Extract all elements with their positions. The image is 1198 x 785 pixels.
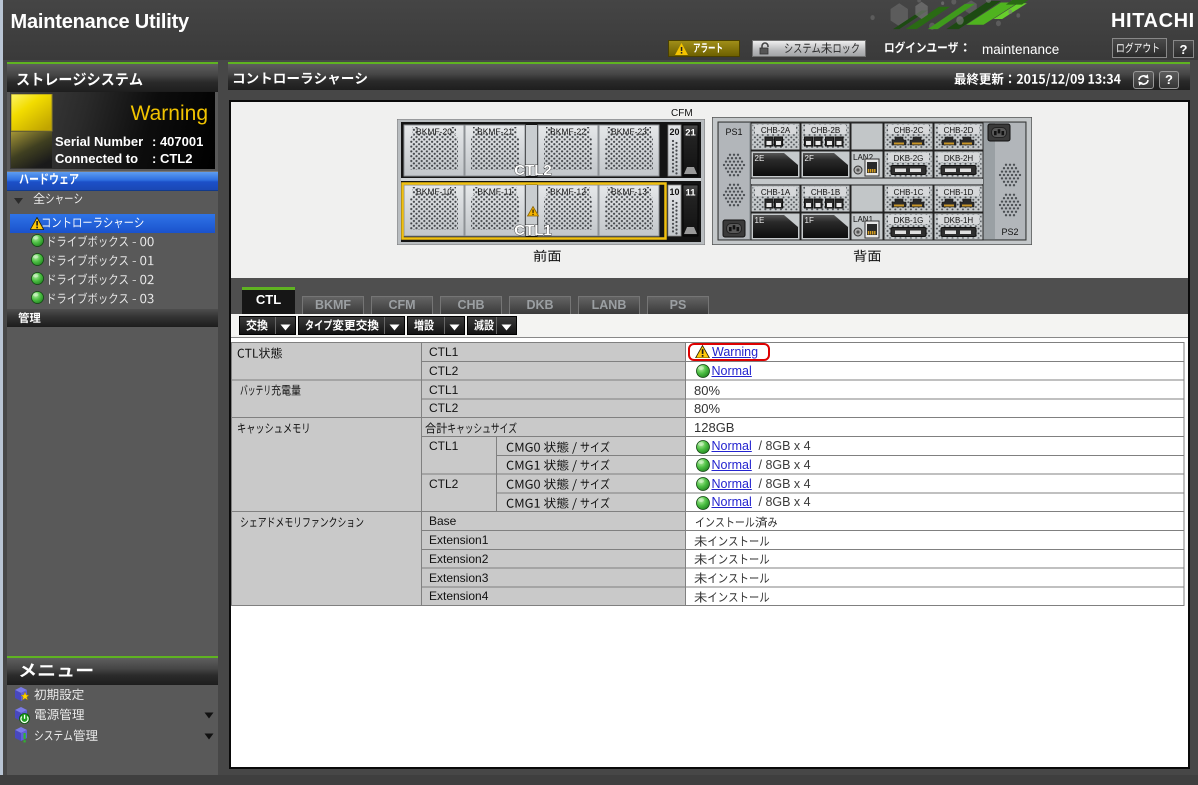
svg-text:BKMF-20: BKMF-20 bbox=[416, 127, 452, 137]
svg-text:DKB-1H: DKB-1H bbox=[944, 216, 974, 225]
svg-text:PS1: PS1 bbox=[725, 127, 742, 137]
svg-text:20: 20 bbox=[669, 127, 679, 137]
svg-text:CHB-1C: CHB-1C bbox=[894, 188, 924, 197]
svg-text:2F: 2F bbox=[805, 154, 814, 163]
svg-text:BKMF-10: BKMF-10 bbox=[416, 187, 452, 197]
svg-text:2E: 2E bbox=[755, 154, 765, 163]
svg-text:PS2: PS2 bbox=[1001, 227, 1018, 237]
svg-text:CHB-1A: CHB-1A bbox=[761, 188, 791, 197]
svg-text:BKMF-23: BKMF-23 bbox=[611, 127, 647, 137]
svg-text:10: 10 bbox=[669, 187, 679, 197]
svg-text:CHB-2B: CHB-2B bbox=[811, 126, 840, 135]
svg-text:BKMF-13: BKMF-13 bbox=[611, 187, 647, 197]
svg-text:11: 11 bbox=[685, 188, 696, 199]
svg-text:CHB-1D: CHB-1D bbox=[944, 188, 974, 197]
svg-text:CHB-2D: CHB-2D bbox=[944, 126, 974, 135]
svg-text:BKMF-21: BKMF-21 bbox=[477, 127, 513, 137]
svg-text:CHB-2C: CHB-2C bbox=[894, 126, 924, 135]
svg-text:DKB-2G: DKB-2G bbox=[894, 154, 924, 163]
svg-text:BKMF-22: BKMF-22 bbox=[550, 127, 586, 137]
svg-text:BKMF-12: BKMF-12 bbox=[550, 187, 586, 197]
svg-text:CTL1: CTL1 bbox=[514, 222, 552, 239]
svg-text:BKMF-11: BKMF-11 bbox=[477, 187, 513, 197]
svg-text:CHB-1B: CHB-1B bbox=[811, 188, 840, 197]
svg-text:DKB-2H: DKB-2H bbox=[944, 154, 974, 163]
svg-text:CHB-2A: CHB-2A bbox=[761, 126, 791, 135]
svg-text:1F: 1F bbox=[805, 216, 814, 225]
svg-text:1E: 1E bbox=[755, 216, 765, 225]
svg-text:DKB-1G: DKB-1G bbox=[894, 216, 924, 225]
svg-text:CTL2: CTL2 bbox=[514, 162, 552, 179]
svg-text:21: 21 bbox=[685, 128, 696, 139]
